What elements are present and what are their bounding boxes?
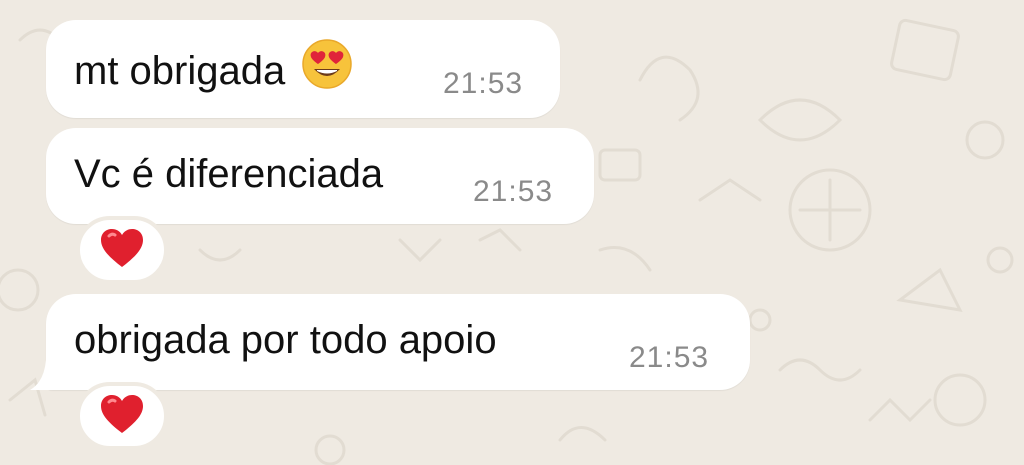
message-bubble-1[interactable]: mt obrigada 21:53: [46, 20, 560, 118]
message-text: obrigada por todo apoio: [74, 318, 497, 362]
message-text: mt obrigada: [74, 49, 286, 93]
reaction-badge-heart[interactable]: [76, 382, 168, 450]
message-bubble-2[interactable]: Vc é diferenciada 21:53: [46, 128, 594, 224]
message-bubble-3[interactable]: obrigada por todo apoio 21:53: [46, 294, 750, 390]
message-time: 21:53: [473, 175, 554, 208]
reaction-badge-heart[interactable]: [76, 216, 168, 284]
message-time: 21:53: [443, 67, 524, 100]
message-text-row: mt obrigada: [74, 38, 353, 105]
red-heart-icon: [99, 227, 145, 274]
smiling-face-with-heart-eyes-icon: [301, 38, 353, 105]
bubble-tail: [30, 360, 66, 390]
message-time: 21:53: [629, 341, 710, 374]
red-heart-icon: [99, 393, 145, 440]
message-text: Vc é diferenciada: [74, 152, 384, 196]
